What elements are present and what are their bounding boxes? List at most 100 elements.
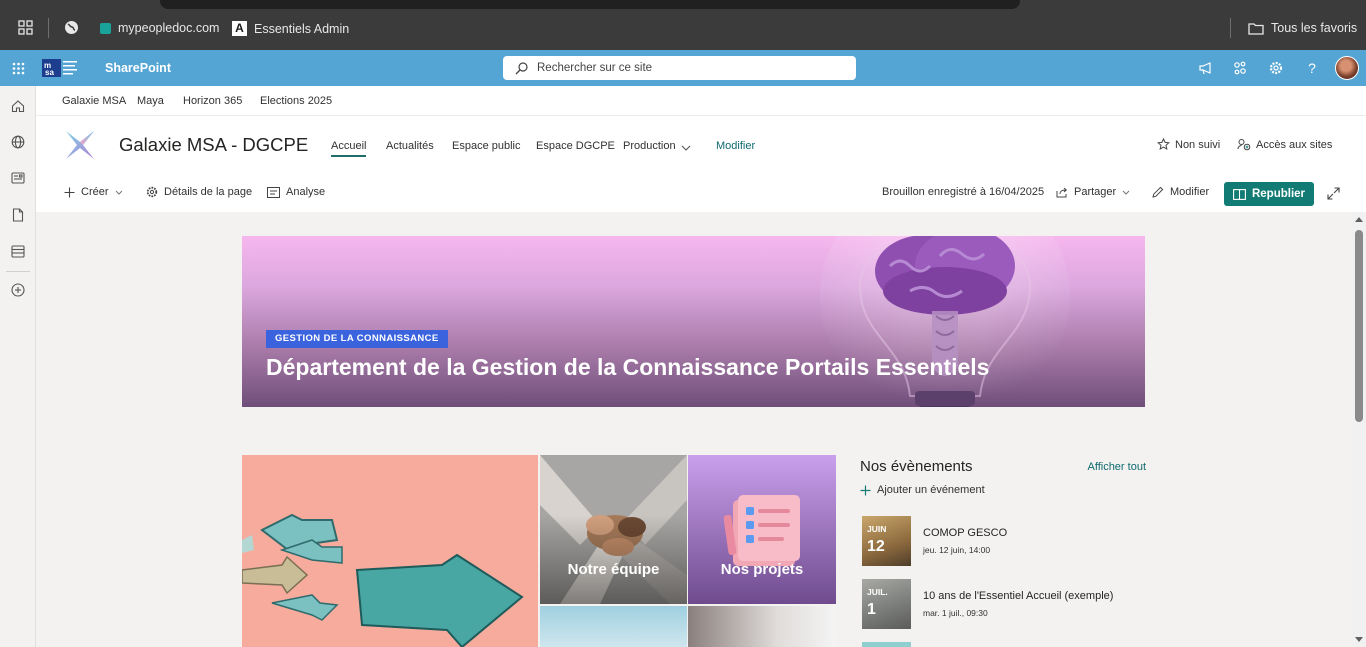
scroll-down-icon[interactable]: [1355, 637, 1363, 643]
share-icon: [1056, 187, 1068, 197]
hero-title[interactable]: Département de la Gestion de la Connaiss…: [266, 354, 989, 381]
arrows-tile[interactable]: [242, 455, 538, 647]
home-icon[interactable]: [9, 97, 27, 115]
nav-production[interactable]: Production: [623, 140, 676, 152]
app-launcher-icon[interactable]: [9, 59, 27, 77]
peopledoc-icon: [100, 22, 111, 34]
follow-label: Non suivi: [1175, 138, 1221, 151]
all-favorites-label: Tous les favoris: [1271, 21, 1358, 35]
follow-button[interactable]: Non suivi: [1157, 138, 1220, 151]
plus-icon: [860, 485, 871, 495]
help-icon[interactable]: ?: [1303, 59, 1321, 77]
bookmark-mypeopledoc[interactable]: mypeopledoc.com: [100, 21, 219, 35]
page-scrollbar[interactable]: [1352, 212, 1366, 647]
bookmark-essentiels-admin[interactable]: A Essentiels Admin: [232, 21, 349, 36]
event-date-thumb: JUIN 12: [862, 516, 911, 566]
team-tile[interactable]: Notre équipe: [540, 455, 687, 604]
share-network-icon[interactable]: [1231, 59, 1249, 77]
rail-divider: [6, 271, 30, 272]
hub-nav-galaxie-msa[interactable]: Galaxie MSA: [62, 95, 126, 107]
event-item[interactable]: JUIN 12 COMOP GESCO jeu. 12 juin, 14:00: [860, 516, 1146, 568]
event-title: COMOP GESCO: [923, 527, 1008, 539]
news-icon[interactable]: [9, 169, 27, 187]
msa-logo[interactable]: m sa: [42, 58, 82, 78]
sites-access-button[interactable]: Accès aux sites: [1237, 138, 1332, 151]
sharepoint-brand[interactable]: SharePoint: [105, 61, 171, 75]
chevron-down-icon[interactable]: [681, 142, 691, 154]
events-title: Nos évènements: [860, 458, 973, 475]
folder-icon: [1248, 22, 1264, 35]
analytics-icon: [267, 186, 280, 198]
add-event-button[interactable]: Ajouter un événement: [860, 484, 985, 496]
event-month: JUIL.: [867, 587, 888, 597]
megaphone-icon[interactable]: [1196, 59, 1214, 77]
hub-nav-horizon-365[interactable]: Horizon 365: [183, 95, 242, 107]
browser-address-bar-edge: [160, 0, 1020, 9]
admin-icon: A: [232, 21, 247, 36]
edit-button[interactable]: Modifier: [1152, 186, 1209, 198]
scroll-up-icon[interactable]: [1355, 216, 1363, 222]
hub-nav-maya[interactable]: Maya: [137, 95, 164, 107]
event-day: 12: [867, 538, 885, 555]
page-details-button[interactable]: Détails de la page: [146, 186, 252, 198]
arrows-image: [242, 455, 538, 647]
create-label: Créer: [81, 186, 109, 198]
pencil-icon: [1152, 186, 1164, 198]
event-month: JUIN: [867, 524, 887, 534]
draft-status: Brouillon enregistré à 16/04/2025: [882, 186, 1045, 198]
add-event-label: Ajouter un événement: [877, 484, 985, 496]
sky-tile[interactable]: [540, 606, 687, 647]
browser-bookmarks-bar: mypeopledoc.com A Essentiels Admin Tous …: [0, 0, 1366, 50]
share-button[interactable]: Partager: [1056, 186, 1130, 198]
list-icon[interactable]: [9, 242, 27, 260]
republish-button[interactable]: Republier: [1224, 182, 1314, 206]
projects-tile-label: Nos projets: [720, 561, 804, 578]
event-date-thumb: JUIL. 1: [862, 579, 911, 629]
event-day: 1: [867, 601, 876, 618]
all-favorites-button[interactable]: Tous les favoris: [1248, 21, 1357, 35]
apps-grid-icon[interactable]: [18, 20, 33, 35]
search-input[interactable]: Rechercher sur ce site: [537, 62, 652, 74]
analytics-button[interactable]: Analyse: [267, 186, 325, 198]
hub-nav-elections-2025[interactable]: Elections 2025: [260, 95, 332, 107]
globe-icon[interactable]: [64, 20, 79, 35]
create-plus-circle-icon[interactable]: [9, 281, 27, 299]
chevron-down-icon: [115, 190, 122, 195]
file-icon[interactable]: [9, 206, 27, 224]
site-title[interactable]: Galaxie MSA - DGCPE: [119, 134, 308, 156]
bookmark-label: Essentiels Admin: [254, 21, 350, 36]
suite-bar: m sa SharePoint Rechercher sur ce site ?: [0, 50, 1366, 86]
site-header: Galaxie MSA Maya Horizon 365 Elections 2…: [36, 86, 1366, 212]
site-search-box[interactable]: Rechercher sur ce site: [503, 56, 856, 80]
create-button[interactable]: Créer: [64, 186, 123, 198]
hands-team-image: [540, 455, 687, 604]
blurred-tile[interactable]: [688, 606, 836, 647]
share-label: Partager: [1074, 186, 1117, 198]
left-app-rail: [0, 86, 36, 647]
hero-category-tag[interactable]: GESTION DE LA CONNAISSANCE: [266, 330, 448, 348]
event-item[interactable]: JUIL. 1 10 ans de l'Essentiel Accueil (e…: [860, 579, 1146, 631]
nav-edit-link[interactable]: Modifier: [716, 140, 755, 152]
bookmark-label: mypeopledoc.com: [118, 21, 220, 35]
chevron-down-icon: [1122, 190, 1130, 195]
scrollbar-thumb[interactable]: [1355, 230, 1363, 422]
expand-icon[interactable]: [1327, 187, 1340, 203]
svg-text:sa: sa: [45, 68, 54, 77]
show-all-events-link[interactable]: Afficher tout: [1088, 461, 1147, 473]
gear-icon[interactable]: [1267, 59, 1285, 77]
lightbulb-brain-image: [820, 236, 1070, 407]
site-logo[interactable]: [64, 129, 96, 161]
hub-navigation: Galaxie MSA Maya Horizon 365 Elections 2…: [36, 86, 1366, 116]
nav-accueil[interactable]: Accueil: [331, 140, 367, 157]
nav-actualites[interactable]: Actualités: [386, 140, 434, 152]
nav-espace-dgcpe[interactable]: Espace DGCPE: [536, 140, 615, 152]
globe-sites-icon[interactable]: [9, 133, 27, 151]
hero-banner[interactable]: GESTION DE LA CONNAISSANCE Département d…: [242, 236, 1145, 407]
projects-tile[interactable]: Nos projets: [688, 455, 836, 604]
nav-espace-public[interactable]: Espace public: [452, 140, 521, 152]
sites-access-icon: [1237, 139, 1251, 151]
page-details-label: Détails de la page: [164, 186, 253, 198]
search-icon: [515, 61, 528, 74]
settings-gear-icon: [146, 186, 158, 198]
user-avatar[interactable]: [1335, 56, 1359, 80]
